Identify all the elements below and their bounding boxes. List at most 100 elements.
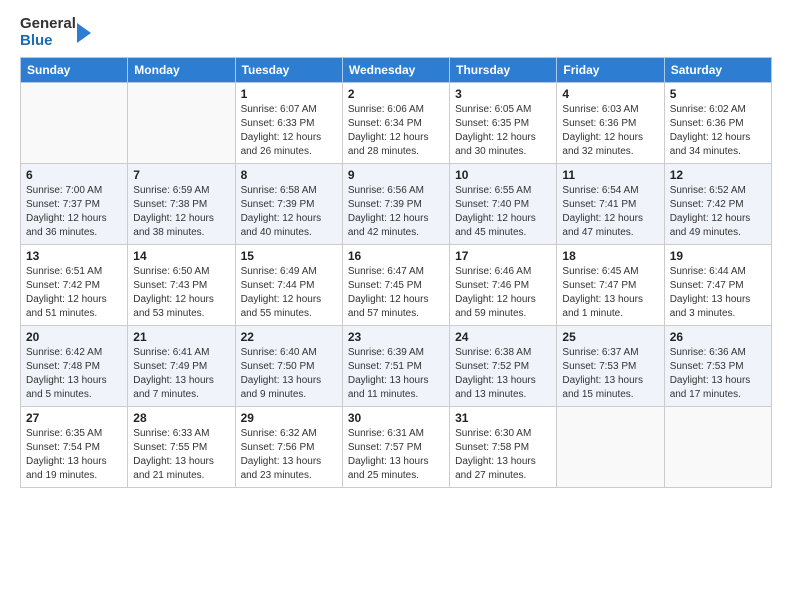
- calendar-cell: 23 Sunrise: 6:39 AM Sunset: 7:51 PM Dayli…: [342, 326, 449, 407]
- calendar-cell: [557, 407, 664, 488]
- calendar-week-1: 1Sunrise: 6:07 AM Sunset: 6:33 PM Daylig…: [21, 83, 772, 164]
- day-info: Sunrise: 6:59 AM Sunset: 7:38 PM Dayligh…: [133, 184, 229, 240]
- day-number: 4: [562, 87, 658, 101]
- calendar-cell: 5Sunrise: 6:02 AM Sunset: 6:36 PM Daylig…: [664, 83, 771, 164]
- calendar-cell: 11 Sunrise: 6:54 AM Sunset: 7:41 PM Dayli…: [557, 164, 664, 245]
- day-number: 11: [562, 168, 658, 182]
- day-number: 15: [241, 249, 337, 263]
- day-info: Sunrise: 6:50 AM Sunset: 7:43 PM Dayligh…: [133, 265, 229, 321]
- day-number: 2: [348, 87, 444, 101]
- day-number: 8: [241, 168, 337, 182]
- day-info: Sunrise: 6:46 AM Sunset: 7:46 PM Dayligh…: [455, 265, 551, 321]
- calendar-cell: 28 Sunrise: 6:33 AM Sunset: 7:55 PM Dayli…: [128, 407, 235, 488]
- logo-arrow-icon: [77, 19, 97, 47]
- day-number: 23: [348, 330, 444, 344]
- day-number: 28: [133, 411, 229, 425]
- day-info: Sunrise: 6:40 AM Sunset: 7:50 PM Dayligh…: [241, 346, 337, 402]
- calendar-cell: 18 Sunrise: 6:45 AM Sunset: 7:47 PM Dayli…: [557, 245, 664, 326]
- day-info: Sunrise: 6:55 AM Sunset: 7:40 PM Dayligh…: [455, 184, 551, 240]
- calendar-cell: 15 Sunrise: 6:49 AM Sunset: 7:44 PM Dayli…: [235, 245, 342, 326]
- day-info: Sunrise: 6:36 AM Sunset: 7:53 PM Dayligh…: [670, 346, 766, 402]
- calendar-cell: 4 Sunrise: 6:03 AM Sunset: 6:36 PM Daylig…: [557, 83, 664, 164]
- header-saturday: Saturday: [664, 58, 771, 83]
- day-info: Sunrise: 6:03 AM Sunset: 6:36 PM Dayligh…: [562, 103, 658, 159]
- day-info: Sunrise: 7:00 AM Sunset: 7:37 PM Dayligh…: [26, 184, 122, 240]
- calendar-cell: 24 Sunrise: 6:38 AM Sunset: 7:52 PM Dayli…: [450, 326, 557, 407]
- calendar-cell: 31Sunrise: 6:30 AM Sunset: 7:58 PM Dayli…: [450, 407, 557, 488]
- calendar-cell: 26Sunrise: 6:36 AM Sunset: 7:53 PM Dayli…: [664, 326, 771, 407]
- calendar-cell: 8 Sunrise: 6:58 AM Sunset: 7:39 PM Daylig…: [235, 164, 342, 245]
- day-info: Sunrise: 6:38 AM Sunset: 7:52 PM Dayligh…: [455, 346, 551, 402]
- calendar-cell: 7 Sunrise: 6:59 AM Sunset: 7:38 PM Daylig…: [128, 164, 235, 245]
- calendar-week-2: 6Sunrise: 7:00 AM Sunset: 7:37 PM Daylig…: [21, 164, 772, 245]
- day-number: 29: [241, 411, 337, 425]
- header-monday: Monday: [128, 58, 235, 83]
- calendar-week-4: 20 Sunrise: 6:42 AM Sunset: 7:48 PM Dayli…: [21, 326, 772, 407]
- day-info: Sunrise: 6:31 AM Sunset: 7:57 PM Dayligh…: [348, 427, 444, 483]
- header-thursday: Thursday: [450, 58, 557, 83]
- day-number: 20: [26, 330, 122, 344]
- calendar-cell: [21, 83, 128, 164]
- day-info: Sunrise: 6:42 AM Sunset: 7:48 PM Dayligh…: [26, 346, 122, 402]
- calendar-cell: 25 Sunrise: 6:37 AM Sunset: 7:53 PM Dayli…: [557, 326, 664, 407]
- calendar-cell: 20 Sunrise: 6:42 AM Sunset: 7:48 PM Dayli…: [21, 326, 128, 407]
- day-info: Sunrise: 6:58 AM Sunset: 7:39 PM Dayligh…: [241, 184, 337, 240]
- header-tuesday: Tuesday: [235, 58, 342, 83]
- day-number: 30: [348, 411, 444, 425]
- day-number: 31: [455, 411, 551, 425]
- calendar-week-5: 27Sunrise: 6:35 AM Sunset: 7:54 PM Dayli…: [21, 407, 772, 488]
- day-info: Sunrise: 6:06 AM Sunset: 6:34 PM Dayligh…: [348, 103, 444, 159]
- day-info: Sunrise: 6:44 AM Sunset: 7:47 PM Dayligh…: [670, 265, 766, 321]
- day-info: Sunrise: 6:45 AM Sunset: 7:47 PM Dayligh…: [562, 265, 658, 321]
- day-number: 25: [562, 330, 658, 344]
- day-info: Sunrise: 6:47 AM Sunset: 7:45 PM Dayligh…: [348, 265, 444, 321]
- page-header: General Blue: [20, 16, 772, 49]
- calendar-cell: [128, 83, 235, 164]
- calendar-cell: 30 Sunrise: 6:31 AM Sunset: 7:57 PM Dayli…: [342, 407, 449, 488]
- day-number: 22: [241, 330, 337, 344]
- day-number: 1: [241, 87, 337, 101]
- calendar-cell: 17 Sunrise: 6:46 AM Sunset: 7:46 PM Dayli…: [450, 245, 557, 326]
- logo: General Blue: [20, 16, 97, 49]
- day-info: Sunrise: 6:54 AM Sunset: 7:41 PM Dayligh…: [562, 184, 658, 240]
- day-number: 7: [133, 168, 229, 182]
- calendar-cell: 2 Sunrise: 6:06 AM Sunset: 6:34 PM Daylig…: [342, 83, 449, 164]
- day-number: 9: [348, 168, 444, 182]
- calendar-cell: 9 Sunrise: 6:56 AM Sunset: 7:39 PM Daylig…: [342, 164, 449, 245]
- calendar-cell: 12Sunrise: 6:52 AM Sunset: 7:42 PM Dayli…: [664, 164, 771, 245]
- calendar-cell: 10Sunrise: 6:55 AM Sunset: 7:40 PM Dayli…: [450, 164, 557, 245]
- day-info: Sunrise: 6:56 AM Sunset: 7:39 PM Dayligh…: [348, 184, 444, 240]
- calendar-cell: 19 Sunrise: 6:44 AM Sunset: 7:47 PM Dayli…: [664, 245, 771, 326]
- day-info: Sunrise: 6:49 AM Sunset: 7:44 PM Dayligh…: [241, 265, 337, 321]
- day-number: 18: [562, 249, 658, 263]
- calendar-cell: [664, 407, 771, 488]
- calendar-header-row: SundayMondayTuesdayWednesdayThursdayFrid…: [21, 58, 772, 83]
- day-info: Sunrise: 6:02 AM Sunset: 6:36 PM Dayligh…: [670, 103, 766, 159]
- day-number: 13: [26, 249, 122, 263]
- calendar-cell: 13 Sunrise: 6:51 AM Sunset: 7:42 PM Dayli…: [21, 245, 128, 326]
- day-number: 12: [670, 168, 766, 182]
- day-number: 3: [455, 87, 551, 101]
- header-wednesday: Wednesday: [342, 58, 449, 83]
- calendar-cell: 16Sunrise: 6:47 AM Sunset: 7:45 PM Dayli…: [342, 245, 449, 326]
- day-info: Sunrise: 6:39 AM Sunset: 7:51 PM Dayligh…: [348, 346, 444, 402]
- logo-wordmark: General Blue: [20, 16, 97, 49]
- calendar-cell: 14 Sunrise: 6:50 AM Sunset: 7:43 PM Dayli…: [128, 245, 235, 326]
- day-info: Sunrise: 6:51 AM Sunset: 7:42 PM Dayligh…: [26, 265, 122, 321]
- calendar-cell: 27Sunrise: 6:35 AM Sunset: 7:54 PM Dayli…: [21, 407, 128, 488]
- header-friday: Friday: [557, 58, 664, 83]
- day-info: Sunrise: 6:33 AM Sunset: 7:55 PM Dayligh…: [133, 427, 229, 483]
- calendar-week-3: 13 Sunrise: 6:51 AM Sunset: 7:42 PM Dayli…: [21, 245, 772, 326]
- logo-general: General: [20, 16, 76, 33]
- calendar-cell: 29Sunrise: 6:32 AM Sunset: 7:56 PM Dayli…: [235, 407, 342, 488]
- day-number: 24: [455, 330, 551, 344]
- calendar-cell: 1Sunrise: 6:07 AM Sunset: 6:33 PM Daylig…: [235, 83, 342, 164]
- day-number: 19: [670, 249, 766, 263]
- day-number: 14: [133, 249, 229, 263]
- day-info: Sunrise: 6:35 AM Sunset: 7:54 PM Dayligh…: [26, 427, 122, 483]
- calendar-cell: 6Sunrise: 7:00 AM Sunset: 7:37 PM Daylig…: [21, 164, 128, 245]
- day-number: 17: [455, 249, 551, 263]
- day-info: Sunrise: 6:37 AM Sunset: 7:53 PM Dayligh…: [562, 346, 658, 402]
- calendar-cell: 21Sunrise: 6:41 AM Sunset: 7:49 PM Dayli…: [128, 326, 235, 407]
- day-number: 21: [133, 330, 229, 344]
